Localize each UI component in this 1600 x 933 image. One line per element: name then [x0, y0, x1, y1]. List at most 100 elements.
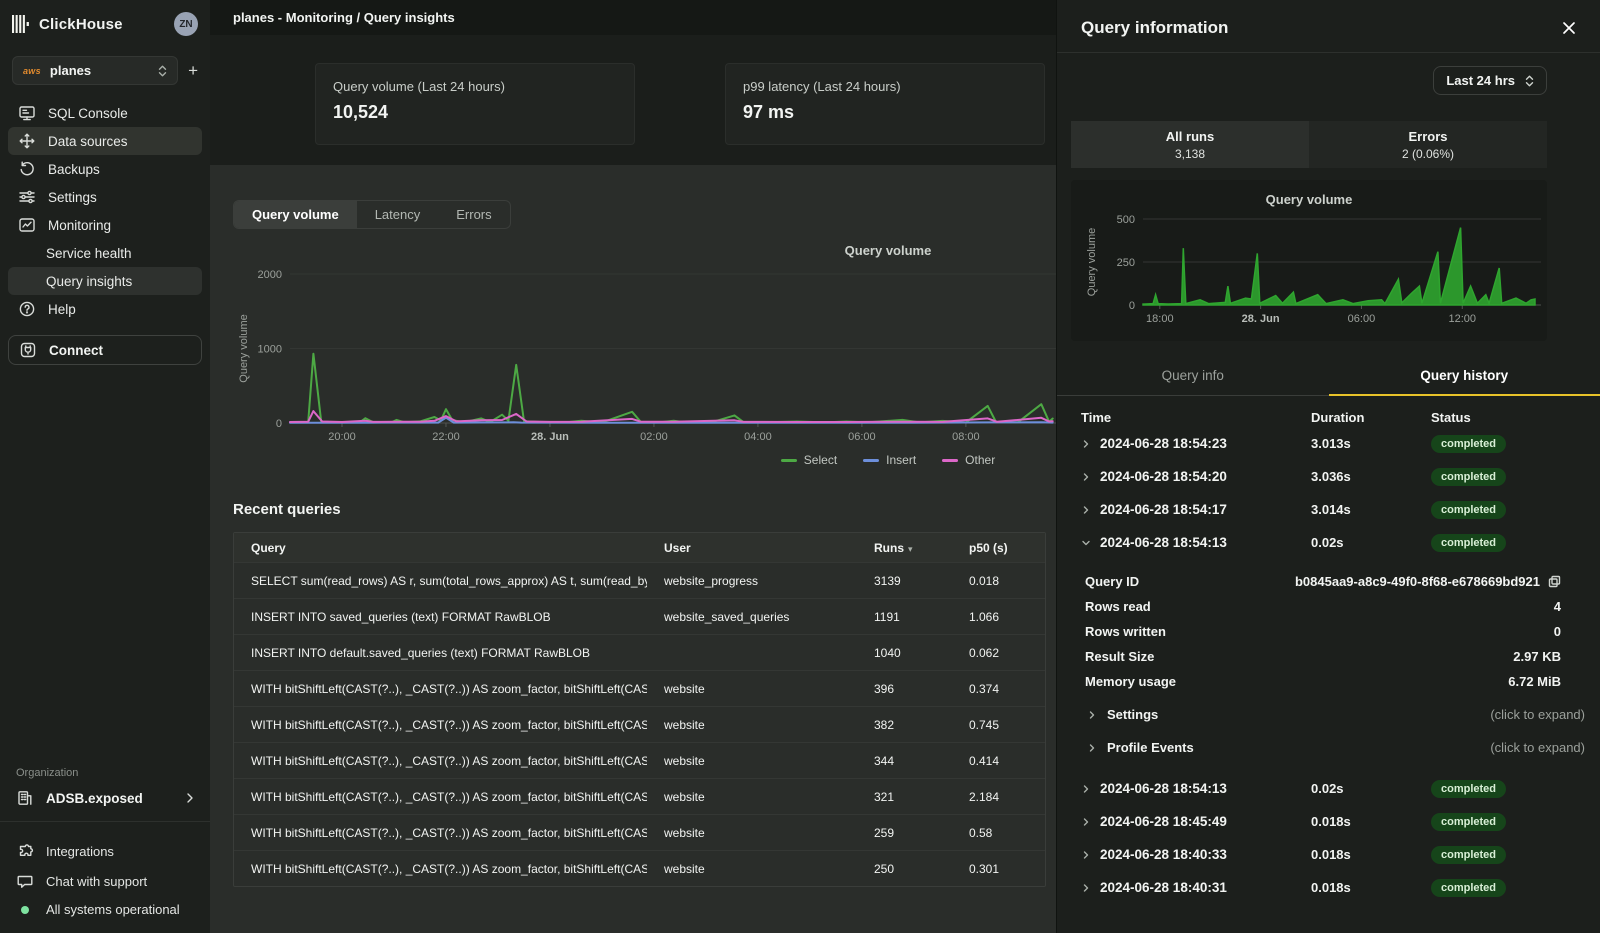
history-status-cell: completed [1431, 533, 1576, 552]
status-badge: completed [1431, 534, 1506, 552]
detail-row-result-size: Result Size2.97 KB [1085, 644, 1561, 669]
connect-button[interactable]: Connect [8, 335, 202, 365]
help-icon [18, 300, 36, 318]
detail-value: 0 [1554, 624, 1561, 639]
chevron-right-icon[interactable] [1081, 472, 1091, 482]
table-row[interactable]: WITH bitShiftLeft(CAST(?..), _CAST(?..))… [234, 742, 1045, 778]
cell-p50: 0.745 [952, 718, 1047, 732]
mini-chart-plot-area: 025050018:0028. Jun06:0012:00Query volum… [1079, 213, 1541, 331]
sort-caret-icon: ▾ [908, 544, 913, 554]
history-duration: 3.013s [1311, 436, 1431, 451]
legend-item-other[interactable]: Other [942, 453, 995, 467]
history-time-cell: 2024-06-28 18:45:49 [1081, 814, 1311, 829]
chevron-right-icon[interactable] [1081, 883, 1091, 893]
expandable-profile-events[interactable]: Profile Events(click to expand) [1057, 731, 1600, 764]
table-row[interactable]: SELECT sum(read_rows) AS r, sum(total_ro… [234, 562, 1045, 598]
status-badge: completed [1431, 435, 1506, 453]
organization-item[interactable]: ADSB.exposed [0, 789, 210, 821]
history-status-cell: completed [1431, 434, 1576, 453]
expandable-settings[interactable]: Settings(click to expand) [1057, 698, 1600, 731]
history-column-duration: Duration [1311, 410, 1431, 425]
chevron-right-icon[interactable] [1081, 505, 1091, 515]
summary-tab-all-runs[interactable]: All runs3,138 [1071, 121, 1309, 168]
footer-item-integrations[interactable]: Integrations [0, 836, 210, 866]
history-row[interactable]: 2024-06-28 18:40:330.018scompleted [1057, 838, 1600, 871]
copy-icon[interactable] [1548, 575, 1561, 588]
tab-latency[interactable]: Latency [357, 201, 439, 228]
history-row[interactable]: 2024-06-28 18:54:233.013scompleted [1057, 427, 1600, 460]
history-duration: 0.02s [1311, 781, 1431, 796]
history-duration: 0.018s [1311, 814, 1431, 829]
detail-value-text: 2.97 KB [1513, 649, 1561, 664]
stat-card-value: 10,524 [333, 102, 617, 123]
svg-text:06:00: 06:00 [848, 431, 876, 443]
sidebar-item-query-insights[interactable]: Query insights [8, 267, 202, 295]
detail-row-rows-written: Rows written0 [1085, 619, 1561, 644]
history-row[interactable]: 2024-06-28 18:40:310.018scompleted [1057, 871, 1600, 904]
summary-tab-errors[interactable]: Errors2 (0.06%) [1309, 121, 1547, 168]
sidebar-item-data-sources[interactable]: Data sources [8, 127, 202, 155]
stat-card-query-volume-last-24-hours: Query volume (Last 24 hours)10,524 [315, 63, 635, 145]
table-row[interactable]: WITH bitShiftLeft(CAST(?..), _CAST(?..))… [234, 778, 1045, 814]
add-service-button[interactable]: + [188, 61, 198, 81]
column-header-runs[interactable]: Runs▾ [857, 541, 952, 555]
chevron-right-icon[interactable] [1081, 439, 1091, 449]
service-name: planes [50, 63, 91, 78]
cell-user: website_saved_queries [647, 610, 857, 624]
history-row[interactable]: 2024-06-28 18:54:203.036scompleted [1057, 460, 1600, 493]
table-row[interactable]: INSERT INTO saved_queries (text) FORMAT … [234, 598, 1045, 634]
tab-query-info[interactable]: Query info [1057, 359, 1329, 395]
legend-item-select[interactable]: Select [781, 453, 837, 467]
sidebar-item-help[interactable]: Help [8, 295, 202, 323]
table-row[interactable]: WITH bitShiftLeft(CAST(?..), _CAST(?..))… [234, 814, 1045, 850]
history-row[interactable]: 2024-06-28 18:54:173.014scompleted [1057, 493, 1600, 526]
avatar[interactable]: ZN [174, 12, 198, 36]
breadcrumb: planes - Monitoring / Query insights [233, 10, 455, 25]
footer-item-all-systems-operational[interactable]: All systems operational [0, 896, 210, 923]
sidebar-item-label: Settings [48, 190, 97, 205]
recent-queries-title: Recent queries [233, 501, 1046, 518]
sidebar-item-monitoring[interactable]: Monitoring [8, 211, 202, 239]
history-timestamp: 2024-06-28 18:54:20 [1100, 469, 1227, 484]
history-row[interactable]: 2024-06-28 18:45:490.018scompleted [1057, 805, 1600, 838]
recent-queries-header-row: QueryUserRuns▾p50 (s) [234, 533, 1045, 562]
sidebar-item-backups[interactable]: Backups [8, 155, 202, 183]
updown-chevron-icon [1525, 75, 1534, 87]
tab-query-volume[interactable]: Query volume [234, 201, 357, 228]
svg-text:500: 500 [1117, 214, 1135, 226]
sidebar-item-settings[interactable]: Settings [8, 183, 202, 211]
query-information-panel: Query information Last 24 hrs All runs3,… [1056, 0, 1600, 933]
svg-text:Query volume: Query volume [238, 314, 250, 382]
chevron-right-icon[interactable] [1081, 850, 1091, 860]
svg-text:22:00: 22:00 [432, 431, 460, 443]
tab-query-history[interactable]: Query history [1329, 359, 1600, 396]
chevron-down-icon[interactable] [1081, 538, 1091, 548]
table-row[interactable]: INSERT INTO default.saved_queries (text)… [234, 634, 1045, 670]
cell-p50: 0.301 [952, 862, 1047, 876]
column-header-query: Query [234, 541, 647, 555]
sidebar-item-label: Query insights [46, 274, 132, 289]
cell-query: INSERT INTO saved_queries (text) FORMAT … [234, 610, 647, 624]
history-row[interactable]: 2024-06-28 18:54:130.02scompleted [1057, 526, 1600, 559]
legend-item-insert[interactable]: Insert [863, 453, 916, 467]
summary-tab-label: Errors [1408, 129, 1447, 144]
table-row[interactable]: WITH bitShiftLeft(CAST(?..), _CAST(?..))… [234, 850, 1045, 886]
table-row[interactable]: WITH bitShiftLeft(CAST(?..), _CAST(?..))… [234, 706, 1045, 742]
backups-icon [18, 160, 36, 178]
footer-item-chat-with-support[interactable]: Chat with support [0, 866, 210, 896]
sidebar-item-service-health[interactable]: Service health [8, 239, 202, 267]
history-timestamp: 2024-06-28 18:54:13 [1100, 535, 1227, 550]
chevron-right-icon [1087, 743, 1097, 753]
history-column-status: Status [1431, 410, 1576, 425]
detail-value-text: 4 [1554, 599, 1561, 614]
service-selector[interactable]: aws planes [12, 56, 178, 85]
tab-errors[interactable]: Errors [438, 201, 509, 228]
close-icon[interactable] [1562, 21, 1576, 35]
time-range-select[interactable]: Last 24 hrs [1433, 66, 1547, 95]
history-duration: 0.018s [1311, 847, 1431, 862]
chevron-right-icon[interactable] [1081, 817, 1091, 827]
sidebar-item-sql-console[interactable]: SQL Console [8, 99, 202, 127]
table-row[interactable]: WITH bitShiftLeft(CAST(?..), _CAST(?..))… [234, 670, 1045, 706]
history-row[interactable]: 2024-06-28 18:54:130.02scompleted [1057, 772, 1600, 805]
chevron-right-icon[interactable] [1081, 784, 1091, 794]
